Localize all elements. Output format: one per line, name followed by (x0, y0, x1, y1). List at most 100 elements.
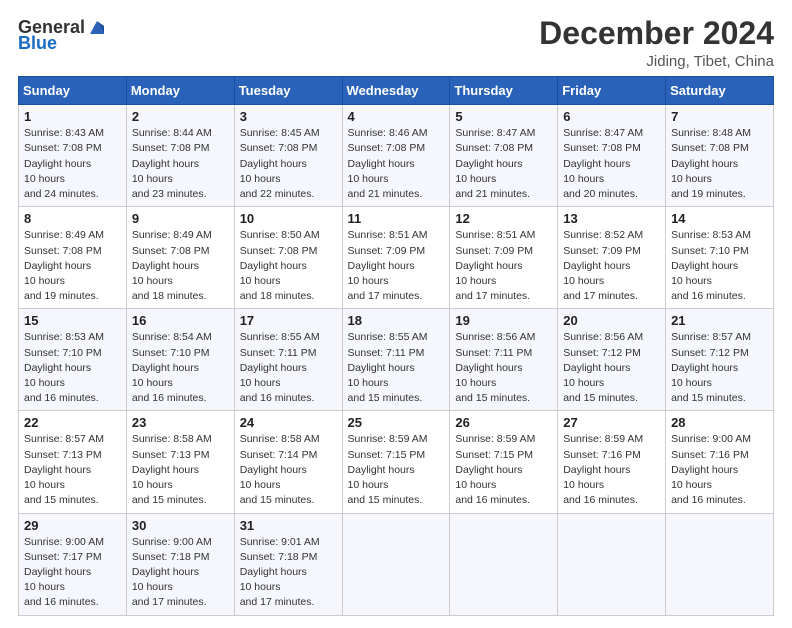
day-number: 10 (240, 211, 337, 226)
day-number: 5 (455, 109, 552, 124)
day-number: 13 (563, 211, 660, 226)
day-number: 17 (240, 313, 337, 328)
day-info: Sunrise: 8:53 AM Sunset: 7:10 PM Dayligh… (24, 330, 121, 406)
page-container: General Blue December 2024 Jiding, Tibet… (0, 0, 792, 628)
day-number: 3 (240, 109, 337, 124)
day-info: Sunrise: 8:52 AM Sunset: 7:09 PM Dayligh… (563, 228, 660, 304)
calendar-day-cell: 19 Sunrise: 8:56 AM Sunset: 7:11 PM Dayl… (450, 309, 558, 411)
calendar-day-cell (450, 513, 558, 615)
day-info: Sunrise: 8:49 AM Sunset: 7:08 PM Dayligh… (24, 228, 121, 304)
calendar-day-cell: 31 Sunrise: 9:01 AM Sunset: 7:18 PM Dayl… (234, 513, 342, 615)
calendar-day-cell: 8 Sunrise: 8:49 AM Sunset: 7:08 PM Dayli… (19, 207, 127, 309)
day-of-week-header: Friday (558, 77, 666, 105)
calendar-table: SundayMondayTuesdayWednesdayThursdayFrid… (18, 76, 774, 615)
calendar-day-cell: 4 Sunrise: 8:46 AM Sunset: 7:08 PM Dayli… (342, 105, 450, 207)
day-of-week-header: Tuesday (234, 77, 342, 105)
day-number: 21 (671, 313, 768, 328)
calendar-week-row: 22 Sunrise: 8:57 AM Sunset: 7:13 PM Dayl… (19, 411, 774, 513)
calendar-day-cell: 9 Sunrise: 8:49 AM Sunset: 7:08 PM Dayli… (126, 207, 234, 309)
day-info: Sunrise: 8:47 AM Sunset: 7:08 PM Dayligh… (455, 126, 552, 202)
calendar-week-row: 29 Sunrise: 9:00 AM Sunset: 7:17 PM Dayl… (19, 513, 774, 615)
day-number: 4 (348, 109, 445, 124)
calendar-day-cell: 27 Sunrise: 8:59 AM Sunset: 7:16 PM Dayl… (558, 411, 666, 513)
day-info: Sunrise: 8:58 AM Sunset: 7:14 PM Dayligh… (240, 432, 337, 508)
day-number: 1 (24, 109, 121, 124)
calendar-day-cell: 5 Sunrise: 8:47 AM Sunset: 7:08 PM Dayli… (450, 105, 558, 207)
day-of-week-header: Saturday (666, 77, 774, 105)
day-info: Sunrise: 8:59 AM Sunset: 7:16 PM Dayligh… (563, 432, 660, 508)
day-number: 16 (132, 313, 229, 328)
calendar-day-cell: 30 Sunrise: 9:00 AM Sunset: 7:18 PM Dayl… (126, 513, 234, 615)
calendar-day-cell: 25 Sunrise: 8:59 AM Sunset: 7:15 PM Dayl… (342, 411, 450, 513)
day-info: Sunrise: 8:56 AM Sunset: 7:11 PM Dayligh… (455, 330, 552, 406)
day-info: Sunrise: 8:55 AM Sunset: 7:11 PM Dayligh… (240, 330, 337, 406)
calendar-day-cell: 16 Sunrise: 8:54 AM Sunset: 7:10 PM Dayl… (126, 309, 234, 411)
calendar-day-cell (342, 513, 450, 615)
calendar-day-cell: 18 Sunrise: 8:55 AM Sunset: 7:11 PM Dayl… (342, 309, 450, 411)
day-number: 8 (24, 211, 121, 226)
day-number: 31 (240, 518, 337, 533)
day-info: Sunrise: 8:53 AM Sunset: 7:10 PM Dayligh… (671, 228, 768, 304)
calendar-header-row: SundayMondayTuesdayWednesdayThursdayFrid… (19, 77, 774, 105)
calendar-week-row: 8 Sunrise: 8:49 AM Sunset: 7:08 PM Dayli… (19, 207, 774, 309)
header: General Blue December 2024 Jiding, Tibet… (18, 16, 774, 70)
day-info: Sunrise: 9:00 AM Sunset: 7:16 PM Dayligh… (671, 432, 768, 508)
calendar-day-cell: 17 Sunrise: 8:55 AM Sunset: 7:11 PM Dayl… (234, 309, 342, 411)
day-number: 23 (132, 415, 229, 430)
calendar-day-cell: 6 Sunrise: 8:47 AM Sunset: 7:08 PM Dayli… (558, 105, 666, 207)
calendar-day-cell: 14 Sunrise: 8:53 AM Sunset: 7:10 PM Dayl… (666, 207, 774, 309)
day-info: Sunrise: 8:51 AM Sunset: 7:09 PM Dayligh… (348, 228, 445, 304)
calendar-day-cell (666, 513, 774, 615)
calendar-day-cell: 28 Sunrise: 9:00 AM Sunset: 7:16 PM Dayl… (666, 411, 774, 513)
day-number: 20 (563, 313, 660, 328)
day-info: Sunrise: 8:51 AM Sunset: 7:09 PM Dayligh… (455, 228, 552, 304)
day-number: 7 (671, 109, 768, 124)
day-info: Sunrise: 8:57 AM Sunset: 7:13 PM Dayligh… (24, 432, 121, 508)
day-info: Sunrise: 8:49 AM Sunset: 7:08 PM Dayligh… (132, 228, 229, 304)
day-info: Sunrise: 8:55 AM Sunset: 7:11 PM Dayligh… (348, 330, 445, 406)
calendar-day-cell: 10 Sunrise: 8:50 AM Sunset: 7:08 PM Dayl… (234, 207, 342, 309)
day-number: 30 (132, 518, 229, 533)
day-number: 12 (455, 211, 552, 226)
day-info: Sunrise: 9:01 AM Sunset: 7:18 PM Dayligh… (240, 535, 337, 611)
day-number: 28 (671, 415, 768, 430)
day-of-week-header: Wednesday (342, 77, 450, 105)
calendar-day-cell: 24 Sunrise: 8:58 AM Sunset: 7:14 PM Dayl… (234, 411, 342, 513)
calendar-day-cell: 2 Sunrise: 8:44 AM Sunset: 7:08 PM Dayli… (126, 105, 234, 207)
day-number: 9 (132, 211, 229, 226)
calendar-day-cell (558, 513, 666, 615)
day-info: Sunrise: 8:58 AM Sunset: 7:13 PM Dayligh… (132, 432, 229, 508)
calendar-day-cell: 12 Sunrise: 8:51 AM Sunset: 7:09 PM Dayl… (450, 207, 558, 309)
day-number: 24 (240, 415, 337, 430)
day-number: 27 (563, 415, 660, 430)
day-number: 19 (455, 313, 552, 328)
calendar-day-cell: 23 Sunrise: 8:58 AM Sunset: 7:13 PM Dayl… (126, 411, 234, 513)
calendar-day-cell: 21 Sunrise: 8:57 AM Sunset: 7:12 PM Dayl… (666, 309, 774, 411)
location-text: Jiding, Tibet, China (539, 53, 774, 70)
day-number: 6 (563, 109, 660, 124)
day-of-week-header: Thursday (450, 77, 558, 105)
day-number: 22 (24, 415, 121, 430)
calendar-day-cell: 26 Sunrise: 8:59 AM Sunset: 7:15 PM Dayl… (450, 411, 558, 513)
calendar-day-cell: 15 Sunrise: 8:53 AM Sunset: 7:10 PM Dayl… (19, 309, 127, 411)
calendar-day-cell: 3 Sunrise: 8:45 AM Sunset: 7:08 PM Dayli… (234, 105, 342, 207)
day-info: Sunrise: 8:46 AM Sunset: 7:08 PM Dayligh… (348, 126, 445, 202)
day-number: 2 (132, 109, 229, 124)
day-info: Sunrise: 8:59 AM Sunset: 7:15 PM Dayligh… (348, 432, 445, 508)
day-number: 18 (348, 313, 445, 328)
day-info: Sunrise: 8:54 AM Sunset: 7:10 PM Dayligh… (132, 330, 229, 406)
logo-blue: Blue (18, 34, 57, 52)
day-number: 26 (455, 415, 552, 430)
day-info: Sunrise: 8:50 AM Sunset: 7:08 PM Dayligh… (240, 228, 337, 304)
day-number: 15 (24, 313, 121, 328)
day-info: Sunrise: 8:59 AM Sunset: 7:15 PM Dayligh… (455, 432, 552, 508)
title-block: December 2024 Jiding, Tibet, China (539, 16, 774, 70)
day-info: Sunrise: 8:45 AM Sunset: 7:08 PM Dayligh… (240, 126, 337, 202)
calendar-day-cell: 7 Sunrise: 8:48 AM Sunset: 7:08 PM Dayli… (666, 105, 774, 207)
day-of-week-header: Monday (126, 77, 234, 105)
calendar-day-cell: 22 Sunrise: 8:57 AM Sunset: 7:13 PM Dayl… (19, 411, 127, 513)
day-of-week-header: Sunday (19, 77, 127, 105)
day-info: Sunrise: 9:00 AM Sunset: 7:17 PM Dayligh… (24, 535, 121, 611)
calendar-week-row: 15 Sunrise: 8:53 AM Sunset: 7:10 PM Dayl… (19, 309, 774, 411)
day-info: Sunrise: 8:44 AM Sunset: 7:08 PM Dayligh… (132, 126, 229, 202)
